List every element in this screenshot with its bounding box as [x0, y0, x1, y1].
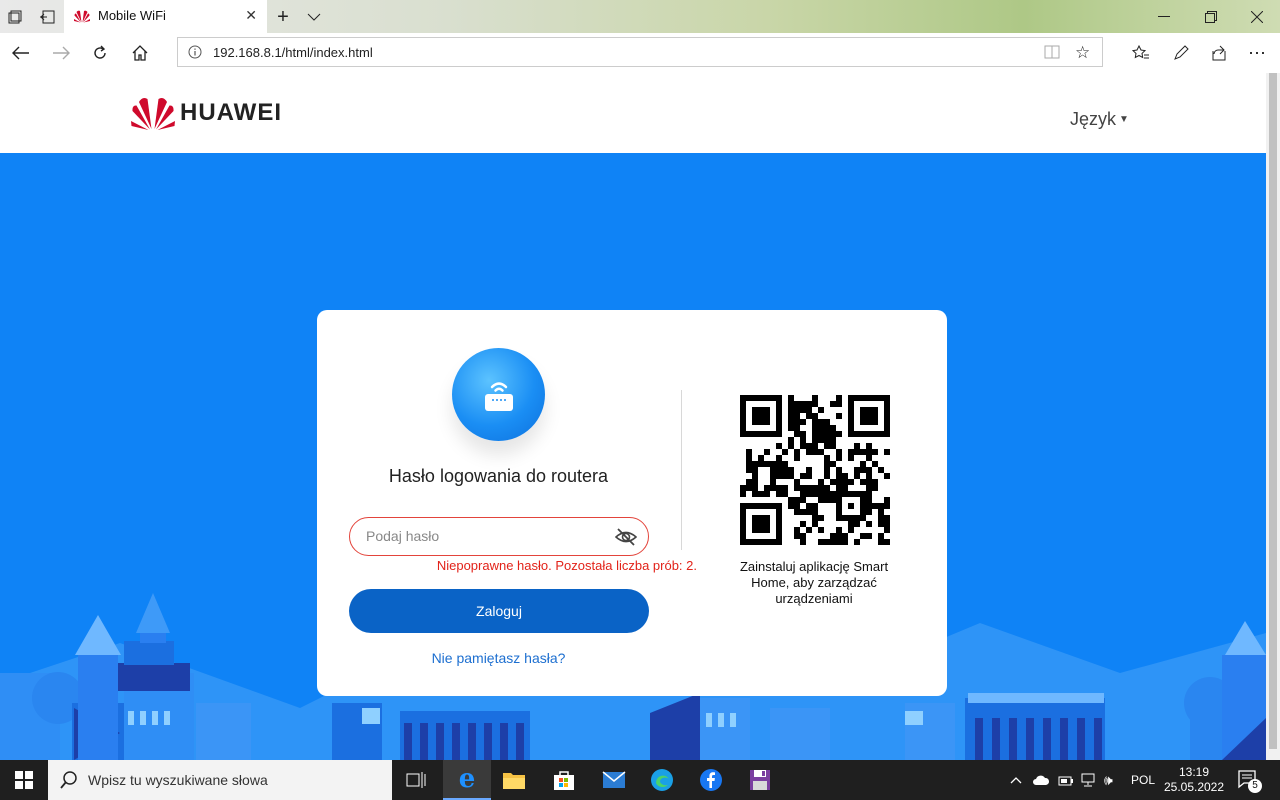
clock-date: 25.05.2022 [1163, 780, 1225, 794]
login-button[interactable]: Zaloguj [349, 589, 649, 633]
page-scrollbar[interactable] [1266, 73, 1280, 760]
login-title: Hasło logowania do routera [388, 466, 609, 486]
share-icon[interactable] [1208, 42, 1230, 64]
page-viewport: HUAWEI Język ▼ Hasło logowania do router… [0, 73, 1266, 760]
huawei-favicon-icon [74, 9, 90, 28]
language-dropdown[interactable]: Język ▼ [1070, 109, 1129, 130]
save-disk-app-icon[interactable] [746, 766, 774, 794]
restore-icon[interactable] [1202, 8, 1220, 26]
clock[interactable]: 13:19 25.05.2022 [1163, 760, 1225, 800]
language-label: Język [1070, 109, 1117, 129]
tab-close-icon[interactable]: ✕ [245, 7, 257, 24]
mail-icon[interactable] [600, 766, 628, 794]
browser-tab-bar: Mobile WiFi ✕ + [0, 0, 1280, 33]
search-icon [60, 771, 78, 794]
file-explorer-icon[interactable] [500, 766, 528, 794]
show-hidden-icons-chevron-icon[interactable] [1010, 760, 1022, 800]
home-icon[interactable] [129, 42, 151, 64]
logo-text: HUAWEI [180, 99, 282, 126]
forgot-password-link[interactable]: Nie pamiętasz hasła? [317, 650, 680, 666]
scrollbar-thumb[interactable] [1269, 73, 1277, 749]
taskbar-search-box[interactable]: Wpisz tu wyszukiwane słowa [48, 760, 392, 800]
edge-legacy-icon[interactable]: e [443, 760, 491, 800]
notification-count-badge: 5 [1248, 779, 1262, 793]
forward-icon[interactable] [50, 42, 72, 64]
info-icon[interactable] [188, 45, 202, 64]
onedrive-cloud-icon[interactable] [1032, 760, 1050, 800]
action-center-icon[interactable]: 5 [1238, 760, 1262, 800]
qr-caption: Zainstaluj aplikację Smart Home, aby zar… [739, 559, 889, 606]
active-tab[interactable]: Mobile WiFi ✕ [64, 0, 267, 33]
clock-time: 13:19 [1178, 765, 1210, 779]
start-windows-icon[interactable] [10, 766, 38, 794]
password-field[interactable] [349, 517, 649, 556]
facebook-icon[interactable] [697, 766, 725, 794]
refresh-icon[interactable] [89, 42, 111, 64]
battery-icon[interactable] [1058, 760, 1074, 800]
tab-list-chevron-icon[interactable] [305, 8, 323, 26]
network-icon[interactable] [1081, 760, 1097, 800]
url-text: 192.168.8.1/html/index.html [213, 45, 373, 60]
more-menu-icon[interactable]: ⋯ [1246, 42, 1268, 64]
tabs-aside-icon[interactable] [38, 8, 56, 26]
back-icon[interactable] [10, 42, 32, 64]
microsoft-store-icon[interactable] [550, 766, 578, 794]
router-avatar [452, 348, 545, 441]
site-header: HUAWEI Język ▼ [0, 73, 1266, 153]
search-placeholder: Wpisz tu wyszukiwane słowa [88, 772, 268, 788]
password-error-message: Niepoprawne hasło. Pozostała liczba prób… [436, 558, 697, 573]
tab-title: Mobile WiFi [98, 8, 166, 23]
task-view-icon[interactable] [402, 766, 430, 794]
qr-code [740, 395, 890, 545]
caret-down-icon: ▼ [1119, 114, 1129, 125]
password-input[interactable] [364, 527, 608, 545]
windows-taskbar: Wpisz tu wyszukiwane słowa e 🕪 POL 13:19… [0, 760, 1280, 800]
favorite-star-icon[interactable]: ☆ [1075, 43, 1090, 63]
edge-chromium-icon[interactable] [648, 766, 676, 794]
reading-view-icon[interactable] [1044, 45, 1060, 64]
minimize-icon[interactable] [1155, 8, 1173, 26]
huawei-logo-icon[interactable] [131, 94, 175, 135]
vertical-divider [681, 390, 682, 550]
close-window-icon[interactable] [1248, 8, 1266, 26]
pen-notes-icon[interactable] [1170, 42, 1192, 64]
address-bar[interactable]: 192.168.8.1/html/index.html ☆ [177, 37, 1103, 67]
eye-off-icon[interactable] [614, 527, 638, 552]
new-tab-icon[interactable]: + [273, 6, 293, 28]
tab-actions-icon[interactable] [6, 8, 24, 26]
browser-toolbar: 192.168.8.1/html/index.html ☆ ⋯ [0, 33, 1280, 74]
login-card: Hasło logowania do routera Niepoprawne h… [317, 310, 947, 696]
input-language[interactable]: POL [1131, 760, 1155, 800]
router-icon [483, 378, 515, 417]
favorites-hub-icon[interactable] [1130, 42, 1152, 64]
volume-icon[interactable]: 🕪 [1104, 760, 1113, 800]
